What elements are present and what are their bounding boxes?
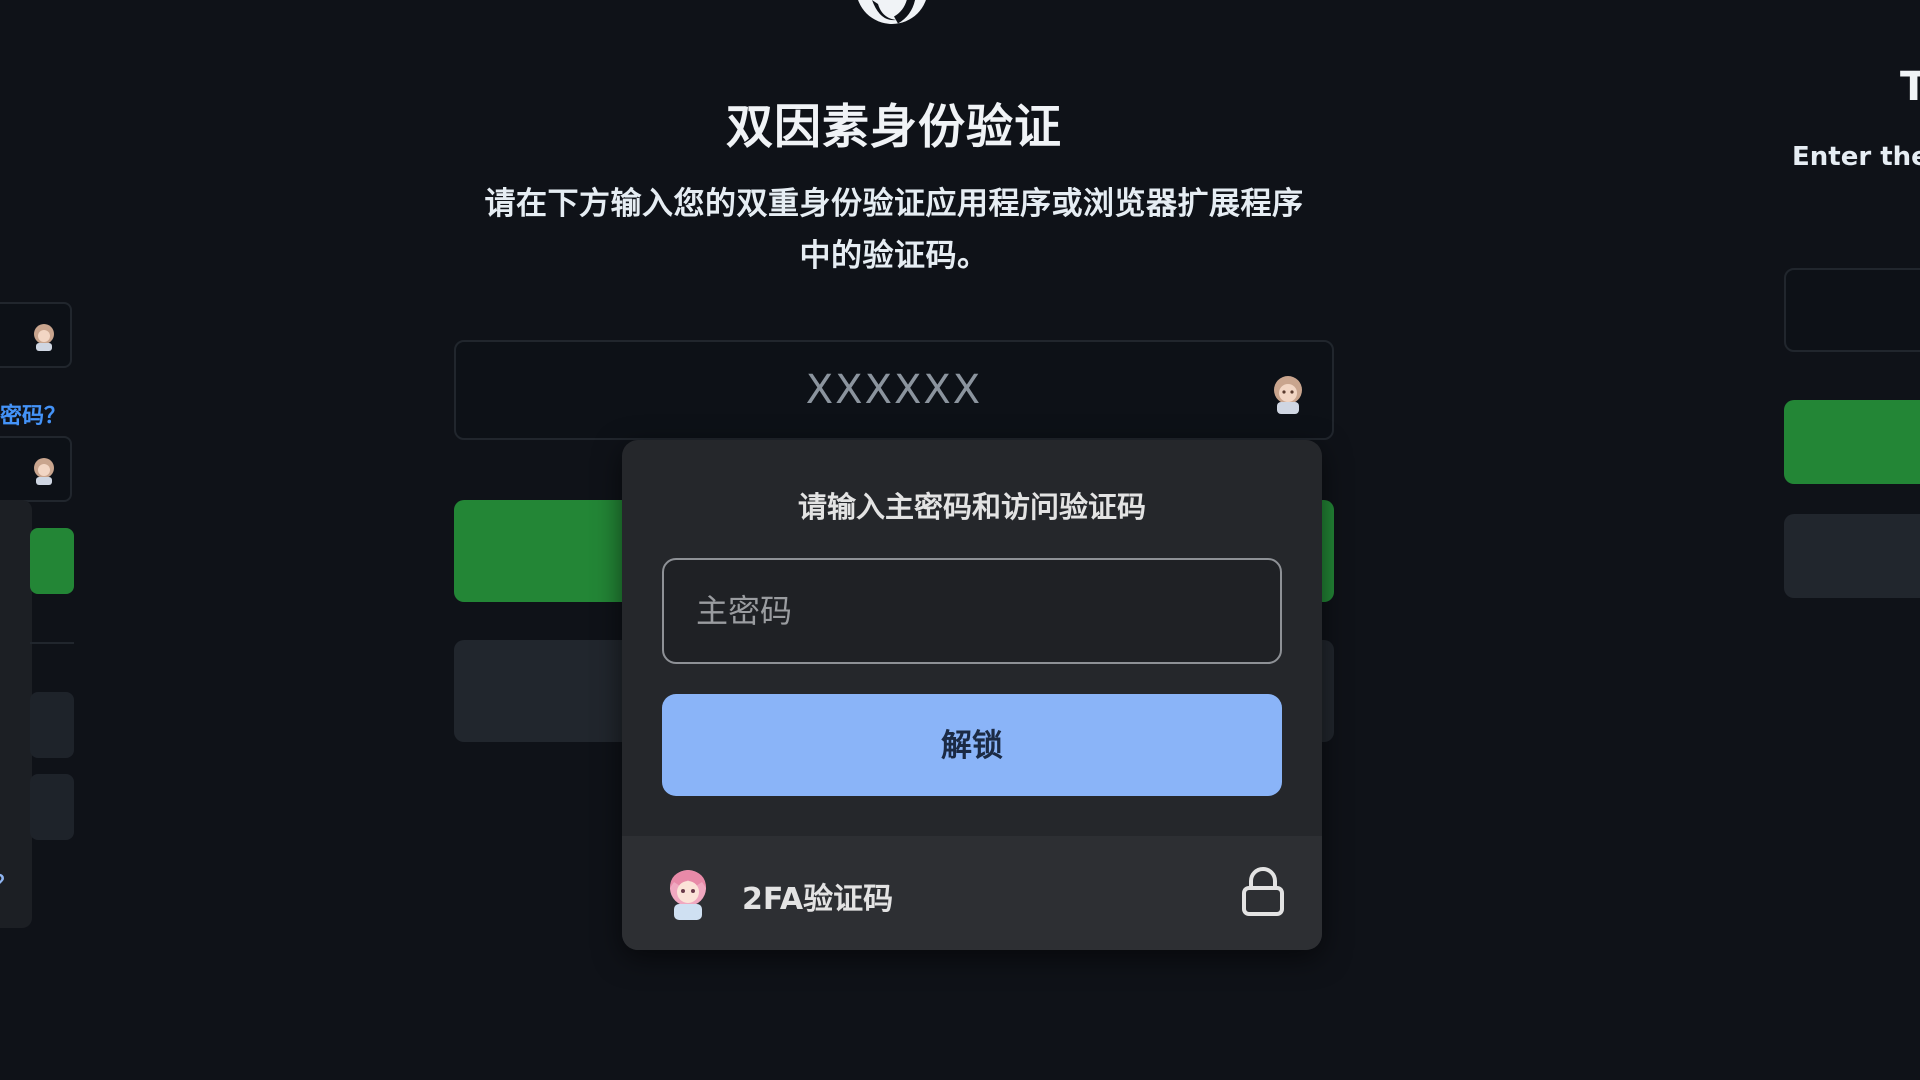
right-secondary-button[interactable] [1784,514,1920,598]
right-code-field[interactable] [1784,268,1920,352]
screen: 双因素身份验证 请在下方输入您的双重身份验证应用程序或浏览器扩展程序中的验证码。… [0,0,1920,1080]
left-divider [30,642,74,644]
right-panel-subtitle: Enter the c [1792,142,1920,172]
anime-avatar-icon [34,324,54,351]
left-help-icon: ? [0,870,6,900]
verification-code-field[interactable] [454,340,1334,440]
left-sign-in-button[interactable] [30,528,74,594]
master-password-input[interactable] [664,560,1280,662]
page-subtitle: 请在下方输入您的双重身份验证应用程序或浏览器扩展程序中的验证码。 [484,186,1304,274]
left-autofill-popup [0,500,32,928]
github-logo-icon [858,0,926,24]
anime-avatar-icon [34,458,54,485]
left-tertiary-button[interactable] [30,774,74,840]
page-title: 双因素身份验证 [726,100,1062,155]
popup-footer-item[interactable]: 2FA验证码 [622,836,1322,950]
left-password-field[interactable] [0,436,72,502]
anime-avatar-icon [670,870,706,920]
right-verify-button[interactable] [1784,400,1920,484]
master-password-field[interactable] [662,558,1282,664]
left-username-field[interactable] [0,302,72,368]
lock-icon[interactable] [1240,866,1286,918]
left-secondary-button[interactable] [30,692,74,758]
right-panel-title: T [1900,64,1920,110]
anime-avatar-icon[interactable] [1268,372,1308,416]
forgot-password-link[interactable]: 密码？ [0,398,66,430]
popup-title: 请输入主密码和访问验证码 [797,490,1146,524]
unlock-button[interactable]: 解锁 [662,694,1282,796]
verification-code-input[interactable] [456,342,1332,438]
password-manager-popup: 请输入主密码和访问验证码 解锁 2FA验证码 [622,440,1322,950]
footer-item-label: 2FA验证码 [742,882,894,917]
